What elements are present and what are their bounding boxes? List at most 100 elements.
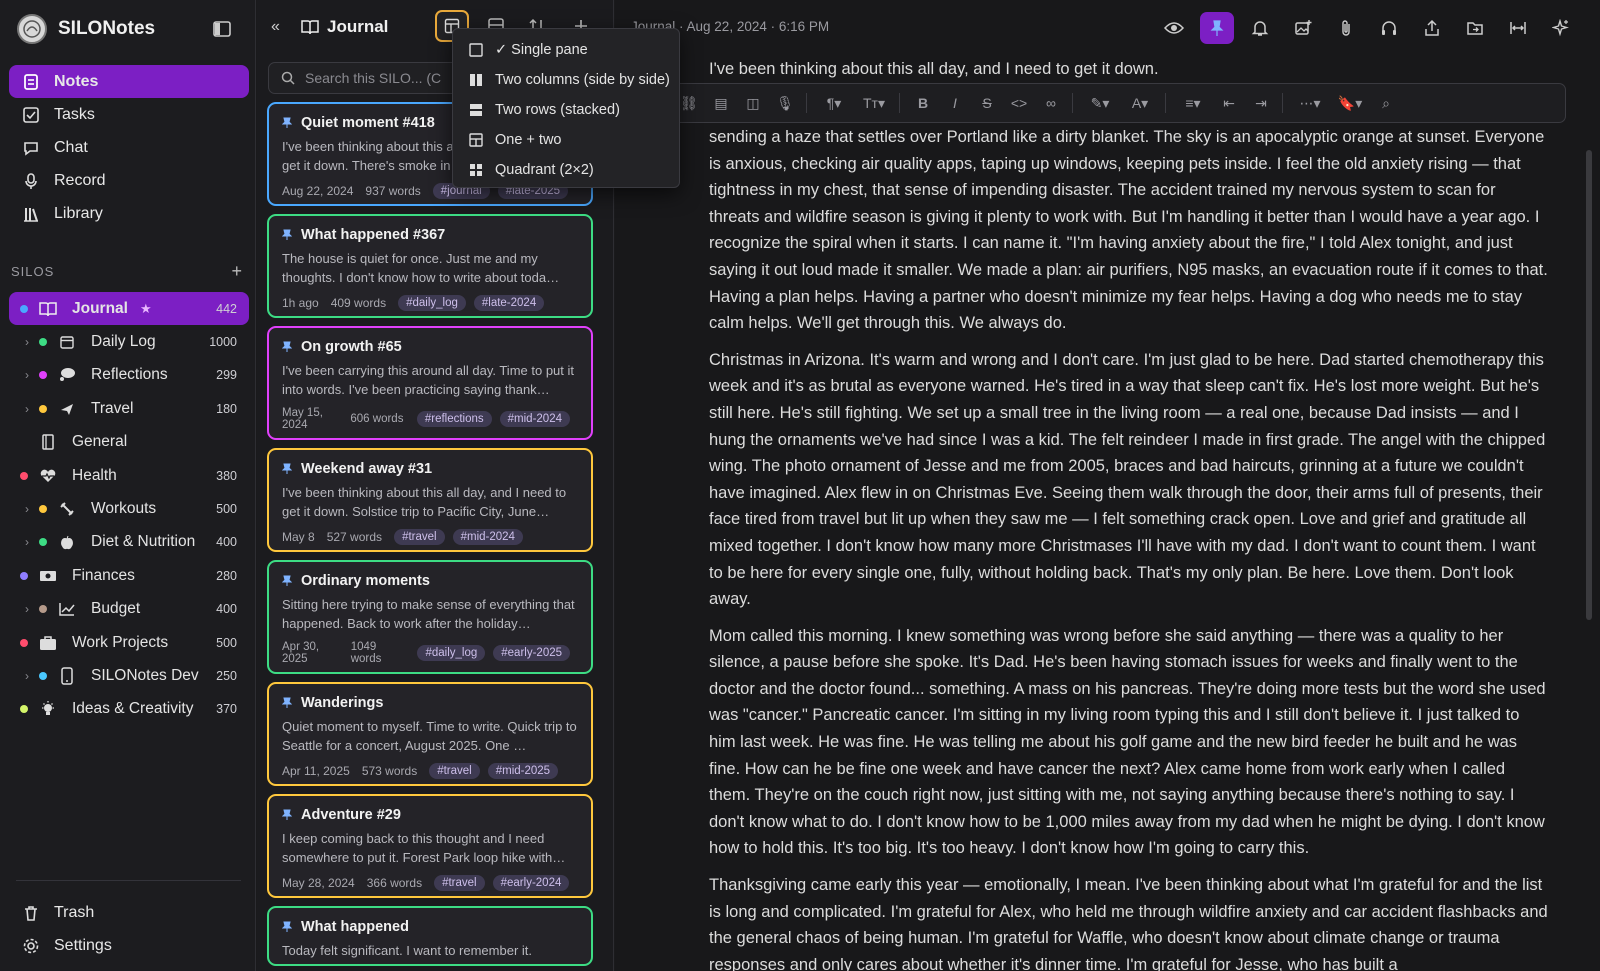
silo-item-budget[interactable]: › Budget 400	[9, 593, 249, 626]
note-preview: I keep coming back to this thought and I…	[282, 831, 566, 865]
silo-item-ideas-creativity[interactable]: Ideas & Creativity 370	[9, 693, 249, 726]
book-icon	[38, 299, 58, 319]
layout-option-two-rows[interactable]: Two rows (stacked)	[453, 95, 679, 125]
editor-paragraph[interactable]: Mom called this morning. I knew somethin…	[709, 623, 1549, 862]
note-tag[interactable]: #mid-2024	[452, 529, 523, 545]
apple-icon	[57, 532, 77, 552]
note-card[interactable]: Ordinary moments Sitting here trying to m…	[267, 560, 593, 674]
layout-option-single-pane[interactable]: ✓ Single pane	[453, 35, 679, 65]
expand-chevron-icon[interactable]: ›	[21, 535, 33, 549]
collapse-sidebar-icon[interactable]	[212, 20, 232, 38]
editor-first-line[interactable]: I've been thinking about this all day, a…	[709, 60, 1159, 79]
strikethrough-icon[interactable]: S	[976, 92, 998, 114]
layout-option-two-columns[interactable]: Two columns (side by side)	[453, 65, 679, 95]
silo-item-general[interactable]: General	[9, 426, 249, 459]
expand-chevron-icon[interactable]: ›	[21, 335, 33, 349]
note-card[interactable]: What happened Today felt significant. I w…	[267, 906, 593, 966]
paragraph-style-icon[interactable]: ¶▾	[819, 92, 849, 114]
highlight-icon[interactable]: ✎▾	[1085, 92, 1115, 114]
attach-button[interactable]	[1329, 12, 1363, 44]
pin-button[interactable]	[1200, 12, 1234, 44]
note-tag[interactable]: #travel	[394, 529, 445, 545]
add-image-button[interactable]	[1286, 12, 1320, 44]
pin-icon	[282, 463, 292, 474]
move-button[interactable]	[1458, 12, 1492, 44]
preview-button[interactable]	[1157, 12, 1191, 44]
editor-body[interactable]: sending a haze that settles over Portlan…	[709, 124, 1549, 971]
search-input[interactable]: Search this SILO... (C	[305, 70, 441, 86]
note-tag[interactable]: #early-2025	[493, 645, 570, 661]
bookmark-icon[interactable]: 🔖▾	[1335, 92, 1365, 114]
expand-chevron-icon[interactable]: ›	[21, 669, 33, 683]
note-card[interactable]: Adventure #29 I keep coming back to this …	[267, 794, 593, 898]
silo-item-reflections[interactable]: › Reflections 299	[9, 359, 249, 392]
outdent-icon[interactable]: ⇤	[1218, 92, 1240, 114]
silo-item-workouts[interactable]: › Workouts 500	[9, 492, 249, 525]
expand-chevron-icon[interactable]: ›	[21, 502, 33, 516]
collapse-list-icon[interactable]: «	[271, 18, 280, 36]
insert-file-icon[interactable]: ▤	[710, 92, 732, 114]
expand-chevron-icon[interactable]: ›	[21, 368, 33, 382]
expand-chevron-icon[interactable]: ›	[21, 402, 33, 416]
layout-option-quadrant[interactable]: Quadrant (2×2)	[453, 155, 679, 185]
note-card[interactable]: On growth #65 I've been carrying this aro…	[267, 326, 593, 440]
note-tag[interactable]: #travel	[429, 763, 480, 779]
code-icon[interactable]: <>	[1008, 92, 1030, 114]
silo-item-finances[interactable]: Finances 280	[9, 559, 249, 592]
italic-icon[interactable]: I	[944, 92, 966, 114]
note-tag[interactable]: #daily_log	[417, 645, 486, 661]
nav-library[interactable]: Library	[9, 197, 249, 230]
nav-settings[interactable]: Settings	[9, 929, 249, 962]
silo-item-health[interactable]: Health 380	[9, 459, 249, 492]
editor-paragraph[interactable]: sending a haze that settles over Portlan…	[709, 124, 1549, 337]
find-replace-icon[interactable]: ⌕	[1375, 92, 1397, 114]
insert-block-icon[interactable]: ◫	[742, 92, 764, 114]
silo-item-daily-log[interactable]: › Daily Log 1000	[9, 325, 249, 358]
nav-record[interactable]: Record	[9, 164, 249, 197]
share-button[interactable]	[1415, 12, 1449, 44]
editor-scrollbar[interactable]	[1586, 150, 1592, 620]
note-card[interactable]: What happened #367 The house is quiet for…	[267, 214, 593, 318]
align-icon[interactable]: ≡▾	[1178, 92, 1208, 114]
silo-item-travel[interactable]: › Travel 180	[9, 392, 249, 425]
silo-item-journal[interactable]: Journal ★ 442	[9, 292, 249, 326]
thought-icon	[57, 365, 77, 385]
layout-option-one-plus-two[interactable]: One + two	[453, 125, 679, 155]
indent-icon[interactable]: ⇥	[1250, 92, 1272, 114]
text-color-icon[interactable]: A▾	[1125, 92, 1155, 114]
width-button[interactable]	[1501, 12, 1535, 44]
text-size-icon[interactable]: Tт▾	[859, 92, 889, 114]
brand[interactable]: SILONotes	[17, 13, 155, 45]
note-tag[interactable]: #travel	[434, 875, 485, 891]
silo-item-work-projects[interactable]: Work Projects 500	[9, 626, 249, 659]
note-tag[interactable]: #reflections	[416, 411, 492, 427]
editor-paragraph[interactable]: Christmas in Arizona. It's warm and wron…	[709, 347, 1549, 613]
reminder-button[interactable]	[1243, 12, 1277, 44]
audio-button[interactable]	[1372, 12, 1406, 44]
link-note-icon[interactable]: ⛓	[678, 92, 700, 114]
silo-item-silonotes-dev[interactable]: › SILONotes Dev 250	[9, 659, 249, 692]
silo-label: SILONotes Dev	[91, 666, 199, 684]
nav-tasks[interactable]: Tasks	[9, 98, 249, 131]
add-silo-icon[interactable]: +	[231, 261, 243, 282]
hyperlink-icon[interactable]: ∞	[1040, 92, 1062, 114]
note-card[interactable]: Wanderings Quiet moment to myself. Time t…	[267, 682, 593, 786]
note-tag[interactable]: #early-2024	[492, 875, 570, 891]
note-tag[interactable]: #mid-2024	[499, 411, 570, 427]
note-tag[interactable]: #daily_log	[398, 295, 466, 311]
expand-chevron-icon[interactable]: ›	[21, 602, 33, 616]
note-tag[interactable]: #mid-2025	[487, 763, 559, 779]
note-card[interactable]: Weekend away #31 I've been thinking about…	[267, 448, 593, 552]
nav-chat[interactable]: Chat	[9, 131, 249, 164]
bold-icon[interactable]: B	[912, 92, 934, 114]
nav-trash[interactable]: Trash	[9, 896, 249, 929]
note-tag[interactable]: #late-2024	[473, 295, 545, 311]
dictate-icon[interactable]: 🎙	[774, 92, 796, 114]
nav-notes[interactable]: Notes	[9, 65, 249, 98]
more-icon[interactable]: ⋯▾	[1295, 92, 1325, 114]
editor-paragraph[interactable]: Thanksgiving came early this year — emot…	[709, 872, 1549, 971]
favorite-star-icon[interactable]: ★	[140, 301, 152, 317]
silo-item-diet-nutrition[interactable]: › Diet & Nutrition 400	[9, 526, 249, 559]
note-date: May 15, 2024	[282, 407, 323, 431]
ai-button[interactable]	[1544, 12, 1578, 44]
